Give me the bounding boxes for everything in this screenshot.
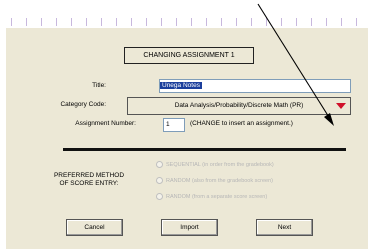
annotation-arrow-icon xyxy=(257,3,334,126)
screenshot: CHANGING ASSIGNMENT 1 Title: Unega Notes… xyxy=(0,0,368,249)
